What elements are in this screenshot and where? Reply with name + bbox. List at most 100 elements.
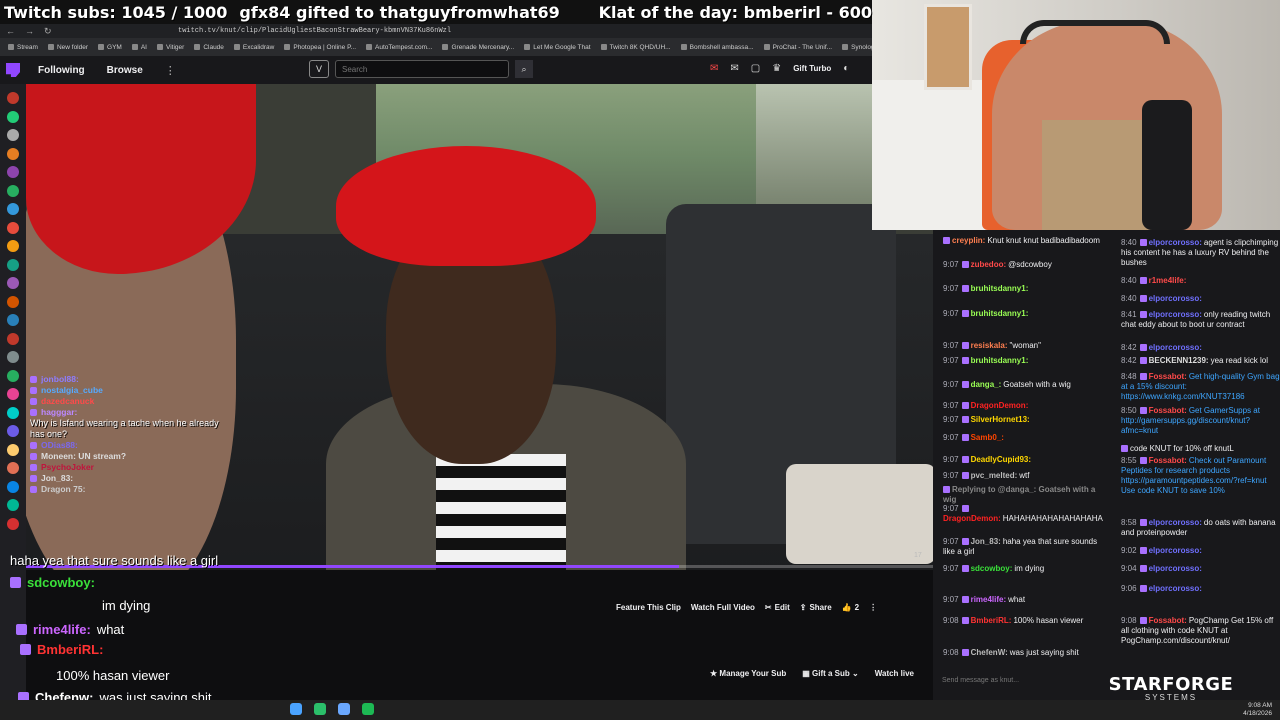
bookmark-item[interactable]: Stream: [8, 44, 38, 51]
bookmark-item[interactable]: AI: [131, 44, 147, 51]
chat-username[interactable]: SilverHornet13:: [971, 415, 1030, 424]
channel-avatar[interactable]: [7, 92, 19, 104]
channel-avatar[interactable]: [7, 499, 19, 511]
chat-username[interactable]: Fossabot:: [1149, 616, 1187, 625]
chat-username[interactable]: bruhitsdanny1:: [971, 356, 1029, 365]
bookmark-item[interactable]: Vitiger: [157, 44, 184, 51]
bookmark-item[interactable]: GYM: [98, 44, 122, 51]
chat-username[interactable]: Replying to @danga_: Goatseh with a wig: [943, 485, 1095, 504]
inbox-icon[interactable]: ✉: [730, 63, 738, 74]
bookmark-item[interactable]: ProChat - The Unif...: [763, 44, 832, 51]
ellipsis-vertical-icon[interactable]: ⋮: [165, 64, 176, 77]
chat-username[interactable]: rime4life:: [971, 595, 1007, 604]
chat-username[interactable]: elporcorosso:: [1149, 584, 1202, 593]
browser-icon[interactable]: [290, 703, 302, 715]
channel-avatar[interactable]: [7, 369, 19, 382]
chat-username[interactable]: elporcorosso:: [1149, 518, 1202, 527]
channel-avatar[interactable]: [7, 240, 19, 252]
gift-turbo-button[interactable]: Gift Turbo: [793, 64, 831, 73]
notifications-icon[interactable]: ✉: [710, 63, 718, 74]
url-text[interactable]: twitch.tv/knut/clip/PlacidUgliestBaconSt…: [178, 27, 451, 35]
channel-avatar[interactable]: [7, 221, 19, 234]
chat-username[interactable]: Jon_83:: [971, 537, 1001, 546]
bookmark-item[interactable]: Photopea | Online P...: [284, 44, 356, 51]
chat-username[interactable]: zubedoo:: [971, 260, 1007, 269]
channel-avatar[interactable]: [7, 517, 19, 530]
whispers-icon[interactable]: ▢: [751, 63, 760, 74]
channel-avatar[interactable]: [7, 110, 19, 123]
chat-username[interactable]: BECKENN1239:: [1149, 356, 1209, 365]
nav-following[interactable]: Following: [38, 65, 85, 76]
more-options-icon[interactable]: ⋮: [869, 603, 877, 612]
share-button[interactable]: ⇪ Share: [800, 603, 832, 612]
bookmark-item[interactable]: New folder: [47, 44, 88, 51]
chat-username[interactable]: elporcorosso:: [1149, 546, 1202, 555]
channel-avatar[interactable]: [7, 406, 19, 419]
bookmark-item[interactable]: Synology: [842, 44, 872, 51]
channel-avatar[interactable]: [7, 388, 19, 400]
channel-avatar[interactable]: [7, 203, 19, 215]
back-icon[interactable]: ←: [6, 26, 15, 37]
twitch-logo-icon[interactable]: [6, 63, 20, 77]
bookmark-item[interactable]: Grenade Mercenary...: [442, 44, 514, 51]
search-input[interactable]: [335, 60, 509, 78]
channel-avatar[interactable]: [7, 129, 19, 141]
spotify-icon[interactable]: [362, 703, 374, 715]
channel-avatar[interactable]: [7, 258, 19, 271]
channel-avatar[interactable]: [7, 425, 19, 437]
search-icon[interactable]: ⌕: [515, 60, 533, 78]
bookmark-item[interactable]: Excalidraw: [233, 44, 274, 51]
terminal-icon[interactable]: [314, 703, 326, 715]
chat-username[interactable]: elporcorosso:: [1149, 564, 1202, 573]
bookmark-item[interactable]: AutoTempest.com...: [366, 44, 432, 51]
video-player[interactable]: ⚙ ▭ ⛶: [26, 84, 933, 570]
bookmark-item[interactable]: Twitch 8K QHD/UH...: [600, 44, 671, 51]
channel-avatar[interactable]: [7, 351, 19, 363]
channel-avatar[interactable]: [7, 314, 19, 326]
chat-username[interactable]: r1me4life:: [1149, 276, 1187, 285]
gift-sub-button[interactable]: ▦ Gift a Sub ⌄: [802, 669, 859, 678]
chat-username[interactable]: Fossabot:: [1149, 372, 1187, 381]
channel-avatar[interactable]: [7, 277, 19, 289]
chat-username[interactable]: Samb0_:: [971, 433, 1004, 442]
chat-username[interactable]: DeadlyCupid93:: [971, 455, 1031, 464]
chat-username[interactable]: pvc_melted:: [971, 471, 1018, 480]
manage-sub-button[interactable]: ★ Manage Your Sub: [710, 669, 786, 678]
channel-avatar[interactable]: [7, 147, 19, 160]
like-button[interactable]: 👍 2: [842, 603, 859, 612]
channel-avatar[interactable]: [7, 332, 19, 345]
chat-username[interactable]: resiskala:: [971, 341, 1008, 350]
crown-icon[interactable]: ♛: [772, 63, 781, 74]
channel-avatar[interactable]: [7, 443, 19, 456]
chat-username[interactable]: creyplin:: [952, 236, 985, 245]
extension-icon[interactable]: V: [309, 60, 329, 78]
edit-button[interactable]: ✂ Edit: [765, 603, 790, 612]
bookmark-item[interactable]: Bombshell ambassa...: [680, 44, 754, 51]
watch-full-video-button[interactable]: Watch Full Video: [691, 603, 755, 612]
chat-username[interactable]: ChefenW:: [971, 648, 1008, 657]
nav-browse[interactable]: Browse: [107, 65, 143, 76]
channel-avatar[interactable]: [7, 295, 19, 308]
chat-username[interactable]: elporcorosso:: [1149, 310, 1202, 319]
chat-username[interactable]: bruhitsdanny1:: [971, 309, 1029, 318]
channel-avatar[interactable]: [7, 462, 19, 474]
chat-username[interactable]: sdcowboy:: [971, 564, 1013, 573]
bookmark-item[interactable]: Claude: [194, 44, 224, 51]
chat-username[interactable]: Fossabot:: [1149, 456, 1187, 465]
channel-avatar[interactable]: [7, 184, 19, 197]
explorer-icon[interactable]: [338, 703, 350, 715]
chat-username[interactable]: BmberiRL:: [971, 616, 1012, 625]
browser-address-bar[interactable]: twitch.tv/knut/clip/PlacidUgliestBaconSt…: [0, 24, 872, 38]
channel-avatar[interactable]: [7, 480, 19, 493]
channel-avatar[interactable]: [7, 166, 19, 178]
chat-username[interactable]: bruhitsdanny1:: [971, 284, 1029, 293]
chat-username[interactable]: Fossabot:: [1149, 406, 1187, 415]
feature-clip-button[interactable]: Feature This Clip: [616, 603, 681, 612]
chat-username[interactable]: DragonDemon:: [971, 401, 1029, 410]
forward-icon[interactable]: →: [25, 26, 34, 37]
reload-icon[interactable]: ↻: [44, 26, 52, 37]
chat-username[interactable]: elporcorosso:: [1149, 343, 1202, 352]
chat-input[interactable]: Send message as knut...: [942, 677, 1019, 684]
bookmark-item[interactable]: Let Me Google That: [524, 44, 591, 51]
chat-username[interactable]: elporcorosso:: [1149, 238, 1202, 247]
